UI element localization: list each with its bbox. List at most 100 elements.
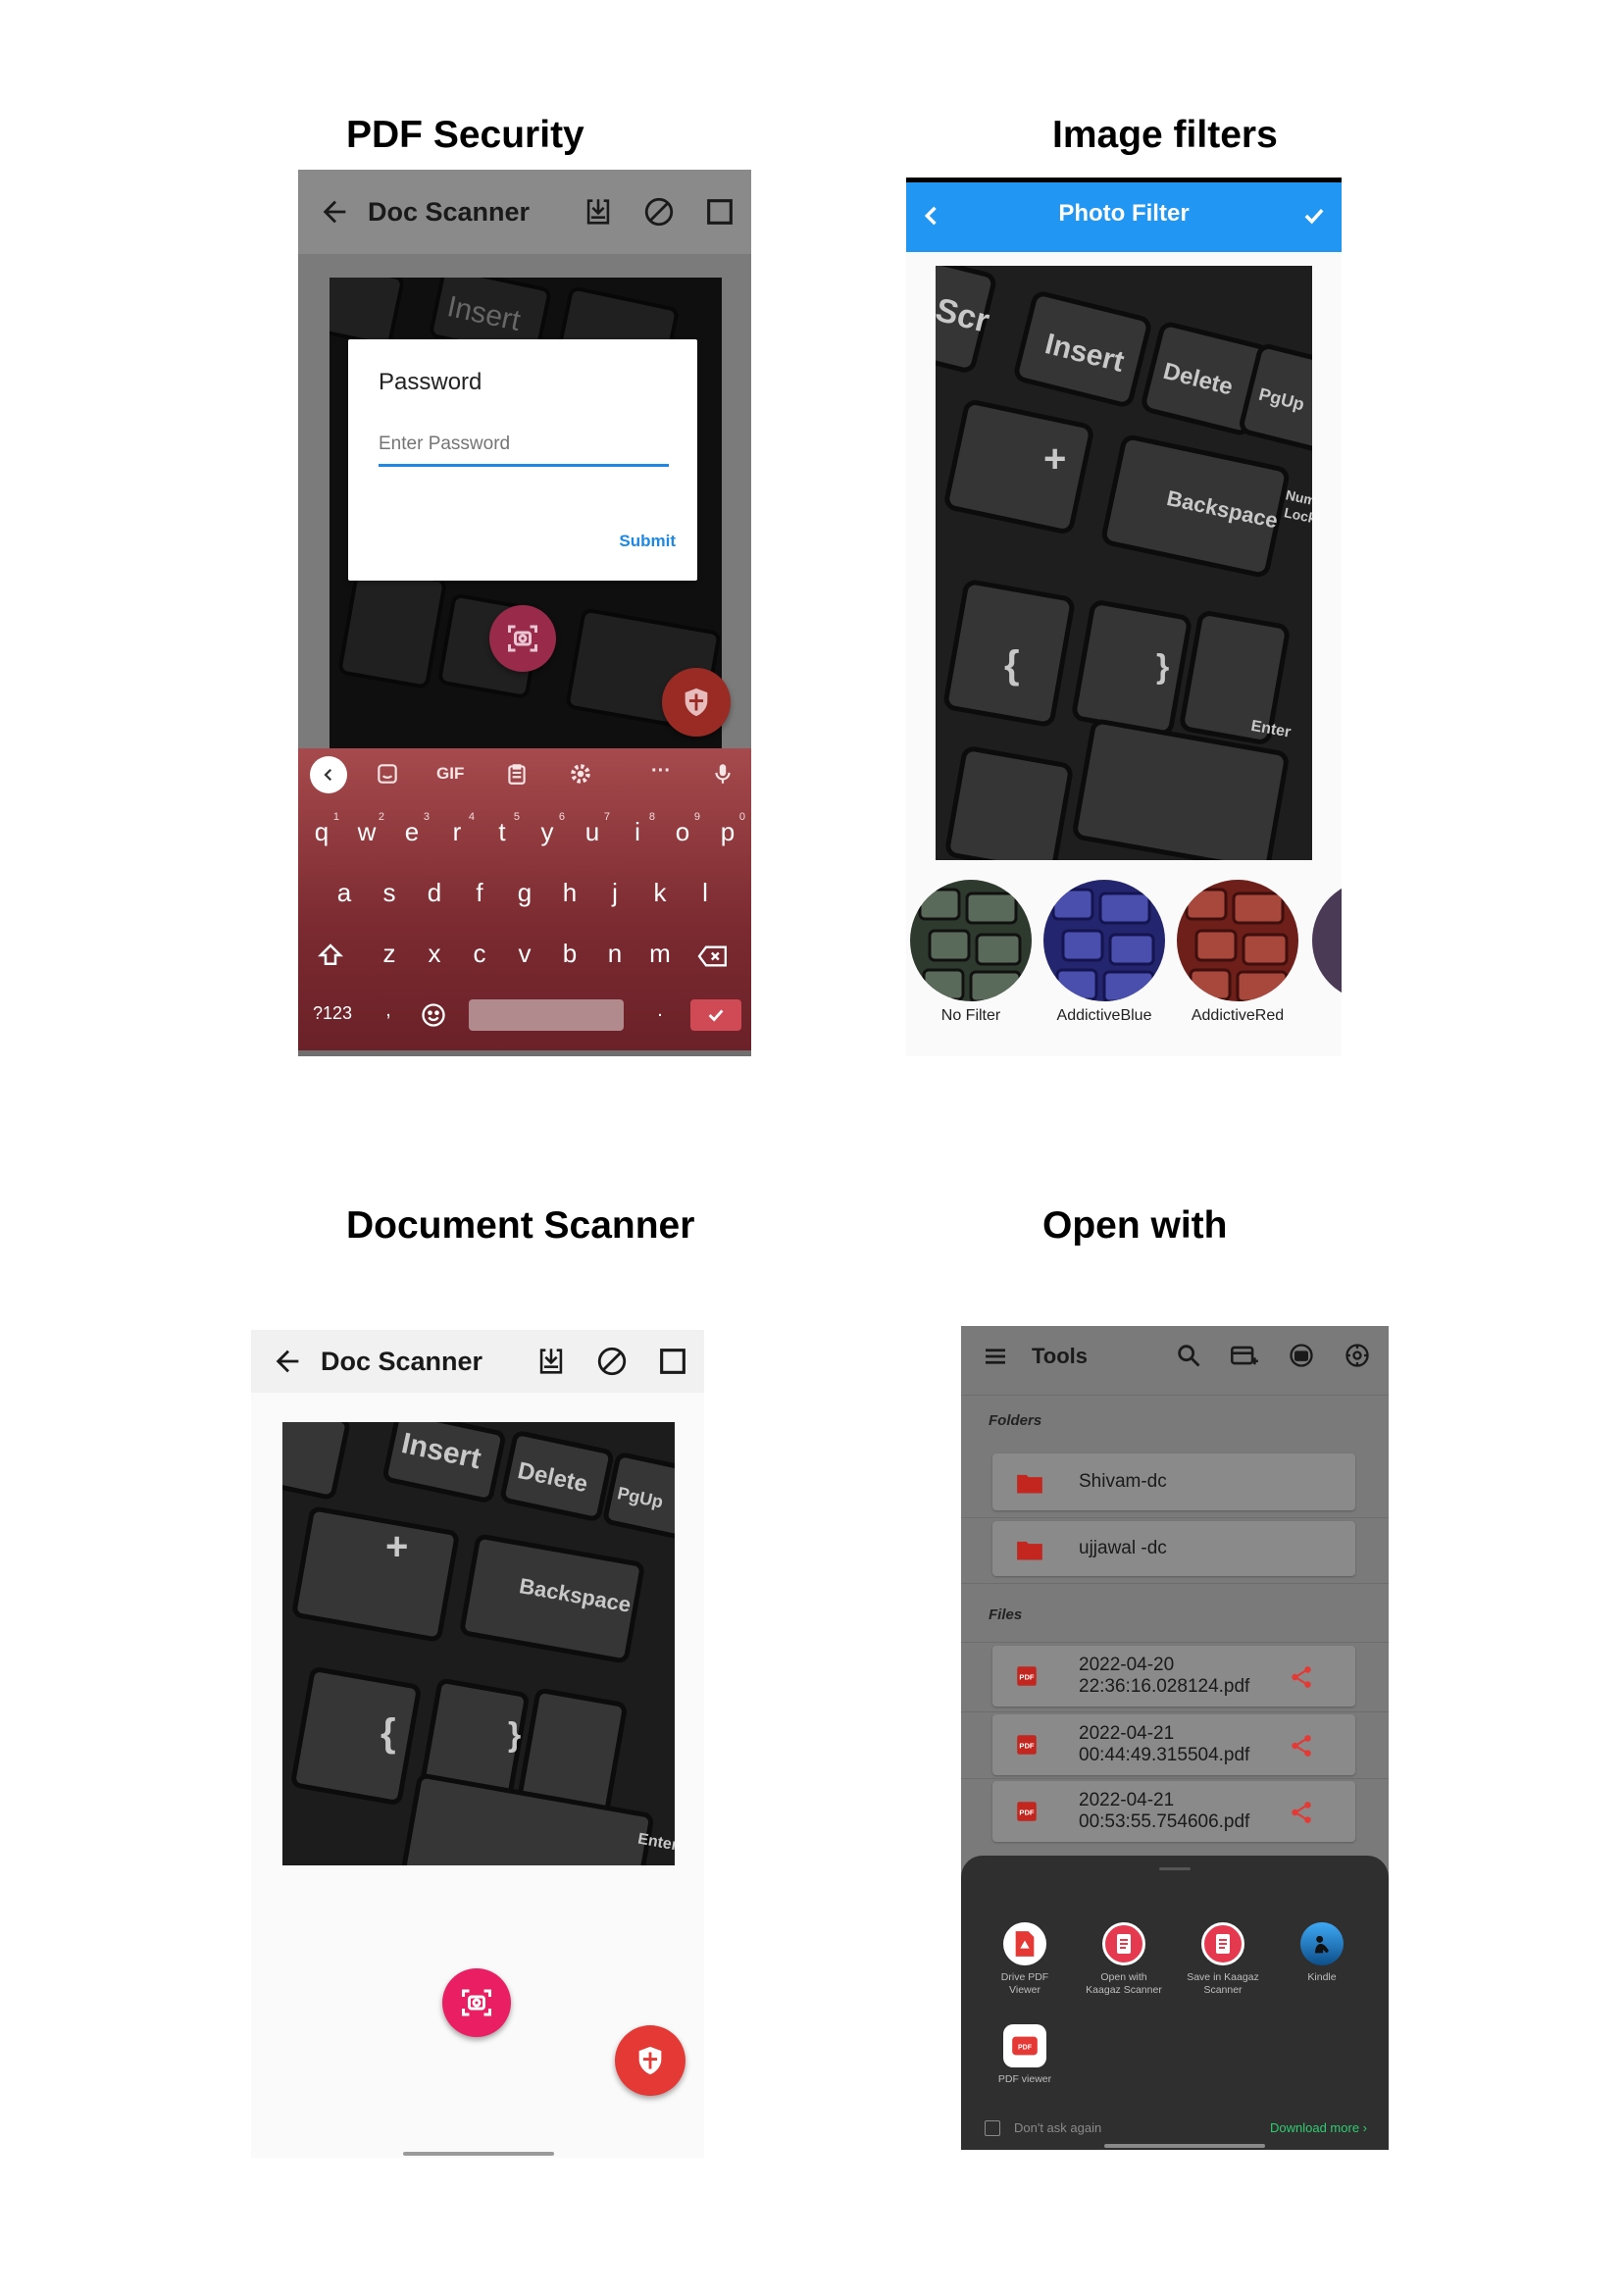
filter-thumbnail [910, 880, 1032, 1001]
files-header: Files [989, 1606, 1023, 1623]
share-icon[interactable] [1289, 1800, 1314, 1825]
confirm-check-icon[interactable] [1300, 202, 1328, 229]
camera-fab[interactable] [442, 1968, 511, 2037]
password-dialog: Password Submit [348, 339, 697, 581]
caption-pdf-security: PDF Security [346, 114, 584, 156]
space-bar[interactable] [469, 999, 624, 1031]
key-f[interactable]: f [460, 878, 499, 908]
app-label: Kindle [1307, 1971, 1337, 1983]
key-j[interactable]: j [595, 878, 634, 908]
pdf-file-icon: PDF [1017, 1735, 1037, 1755]
key-u[interactable]: u7 [573, 811, 612, 847]
key-m[interactable]: m [640, 939, 680, 969]
crop-square-icon[interactable] [703, 195, 736, 229]
photo-filter-title: Photo Filter [1058, 200, 1190, 227]
clipboard-icon[interactable] [504, 761, 530, 787]
key-q[interactable]: q1 [302, 811, 341, 847]
symbols-key[interactable]: ?123 [308, 1003, 357, 1024]
sheet-drag-handle[interactable] [1159, 1867, 1191, 1870]
app-pdf-viewer[interactable]: PDF PDF viewer [981, 2024, 1069, 2086]
security-fab[interactable] [615, 2025, 685, 2096]
camera-fab[interactable] [489, 605, 556, 672]
app-save-in-kaagaz[interactable]: Save in Kaagaz Scanner [1179, 1922, 1267, 1997]
app-label: Drive PDF Viewer [1000, 1971, 1049, 1996]
file-name-line2: 00:44:49.315504.pdf [1079, 1745, 1250, 1765]
crop-square-icon[interactable] [656, 1345, 689, 1378]
key-s[interactable]: s [370, 878, 409, 908]
folder-circle-icon[interactable] [1288, 1342, 1315, 1369]
file-name-line2: 22:36:16.028124.pdf [1079, 1676, 1250, 1697]
filter-label: No Filter [940, 1007, 1001, 1024]
file-item[interactable]: PDF 2022-04-20 22:36:16.028124.pdf [992, 1646, 1355, 1707]
sticker-icon[interactable] [375, 761, 400, 787]
back-arrow-icon[interactable] [318, 195, 351, 229]
download-more-link[interactable]: Download more › [1270, 2120, 1367, 2135]
keyboard-collapse-button[interactable] [310, 756, 347, 793]
key-period[interactable]: . [640, 999, 680, 1022]
more-options-button[interactable]: ··· [651, 760, 671, 783]
save-to-device-icon[interactable] [534, 1345, 568, 1378]
key-t[interactable]: t5 [482, 811, 522, 847]
backspace-icon[interactable] [696, 943, 730, 970]
add-card-icon[interactable] [1230, 1342, 1259, 1369]
filter-thumbnail [1043, 880, 1165, 1001]
key-n[interactable]: n [595, 939, 634, 969]
key-b[interactable]: b [550, 939, 589, 969]
back-arrow-icon[interactable] [271, 1345, 304, 1378]
security-fab[interactable] [662, 668, 731, 737]
svg-text:+: + [1043, 437, 1066, 481]
key-z[interactable]: z [370, 939, 409, 969]
block-icon[interactable] [595, 1345, 629, 1378]
key-o[interactable]: o9 [663, 811, 702, 847]
key-g[interactable]: g [505, 878, 544, 908]
key-l[interactable]: l [685, 878, 725, 908]
doc-scanner-screen: Doc Scanner Insert Delete PgUp Backspace… [251, 1330, 704, 2158]
app-drive-pdf-viewer[interactable]: Drive PDF Viewer [981, 1922, 1069, 1997]
filter-option-addictive-blue[interactable]: AddictiveBlue [1043, 880, 1165, 1025]
share-icon[interactable] [1289, 1664, 1314, 1690]
key-w[interactable]: w2 [347, 811, 386, 847]
filter-option-addictive-red[interactable]: AddictiveRed [1177, 880, 1298, 1025]
search-icon[interactable] [1175, 1342, 1202, 1369]
menu-icon[interactable] [981, 1342, 1010, 1371]
microphone-icon[interactable] [710, 760, 736, 788]
kindle-icon [1300, 1922, 1344, 1965]
enter-key[interactable] [690, 999, 741, 1031]
share-icon[interactable] [1289, 1733, 1314, 1759]
folder-item[interactable]: ujjawal -dc [992, 1521, 1355, 1576]
key-x[interactable]: x [415, 939, 454, 969]
home-indicator[interactable] [1104, 2144, 1265, 2148]
settings-gear-icon[interactable] [568, 761, 593, 787]
settings-icon[interactable] [1344, 1342, 1371, 1369]
filter-option-partial[interactable] [1312, 880, 1342, 1001]
caption-open-with: Open with [1042, 1204, 1228, 1247]
key-r[interactable]: r4 [437, 811, 477, 847]
key-a[interactable]: a [325, 878, 364, 908]
save-to-device-icon[interactable] [582, 195, 615, 229]
key-p[interactable]: p0 [708, 811, 747, 847]
key-h[interactable]: h [550, 878, 589, 908]
file-item[interactable]: PDF 2022-04-21 00:53:55.754606.pdf [992, 1781, 1355, 1842]
dont-ask-checkbox[interactable] [985, 2120, 1000, 2136]
key-k[interactable]: k [640, 878, 680, 908]
folder-item[interactable]: Shivam-dc [992, 1453, 1355, 1510]
app-kindle[interactable]: Kindle [1278, 1922, 1366, 1984]
key-y[interactable]: y6 [528, 811, 567, 847]
soft-keyboard: GIF ··· q1 w2 e3 r4 t5 y6 u7 i8 o9 p0 a … [298, 748, 751, 1050]
emoji-icon[interactable] [420, 1001, 447, 1029]
filter-option-none[interactable]: No Filter [910, 880, 1032, 1025]
app-open-with-kaagaz[interactable]: Open with Kaagaz Scanner [1080, 1922, 1168, 1997]
file-item[interactable]: PDF 2022-04-21 00:44:49.315504.pdf [992, 1714, 1355, 1775]
key-d[interactable]: d [415, 878, 454, 908]
key-comma[interactable]: , [369, 999, 408, 1022]
password-input[interactable] [379, 433, 669, 467]
shift-icon[interactable] [316, 941, 345, 970]
key-c[interactable]: c [460, 939, 499, 969]
key-v[interactable]: v [505, 939, 544, 969]
block-icon[interactable] [642, 195, 676, 229]
submit-button[interactable]: Submit [619, 532, 676, 551]
key-e[interactable]: e3 [392, 811, 431, 847]
home-indicator[interactable] [403, 2152, 554, 2156]
gif-button[interactable]: GIF [436, 764, 464, 784]
key-i[interactable]: i8 [618, 811, 657, 847]
